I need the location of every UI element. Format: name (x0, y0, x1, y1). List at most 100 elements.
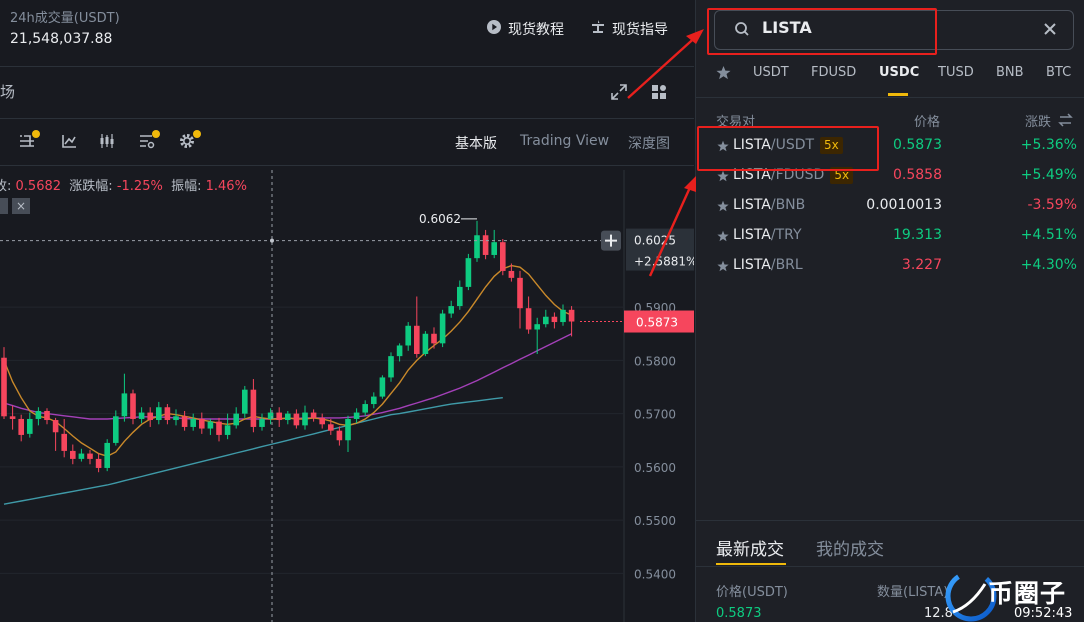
candle-body (474, 235, 480, 259)
candle (319, 413, 325, 429)
tab-usdt[interactable]: USDT (753, 65, 789, 80)
pair-change: +4.30% (1020, 257, 1077, 273)
clear-search-icon[interactable] (1042, 21, 1058, 37)
candle (61, 418, 67, 458)
candle-body (44, 410, 50, 421)
candle-body (543, 316, 549, 325)
candle-body (233, 413, 239, 426)
high-marker-label: 0.6062 (419, 212, 461, 226)
candle (388, 352, 394, 382)
candle-body (164, 407, 171, 421)
divider (696, 97, 1084, 98)
candle-body (224, 425, 231, 435)
pair-name: LISTA/TRY (733, 227, 802, 243)
candle (491, 229, 497, 259)
candle (276, 407, 282, 427)
candle-body (508, 270, 515, 278)
candle (568, 306, 575, 337)
candle-body (121, 393, 128, 417)
candle (35, 407, 42, 426)
crosshair-dot (270, 238, 274, 243)
candle (104, 439, 110, 472)
ma-long-line (3, 333, 572, 420)
candle-body (130, 393, 136, 419)
pair-change: -3.59% (1027, 197, 1077, 213)
active-tab-indicator (716, 563, 786, 565)
trade-price-header: 价格(USDT) (716, 585, 788, 600)
candle (87, 449, 93, 465)
tab-usdc[interactable]: USDC (879, 65, 919, 80)
pair-change: +4.51% (1020, 227, 1077, 243)
candle (482, 229, 489, 260)
candlestick-icon[interactable] (98, 132, 120, 154)
tab-my-trades[interactable]: 我的成交 (816, 535, 884, 560)
market-panel: LISTA USDT FDUSD USDC TUSD BNB BTC 交易对 价… (695, 0, 1084, 622)
candle-body (457, 286, 463, 307)
candle-body (371, 396, 377, 405)
candle (216, 417, 222, 442)
pair-row[interactable]: LISTA/TRY 19.313 +4.51% (696, 223, 1084, 253)
candle (500, 238, 506, 276)
volume-label: 24h成交量(USDT) (10, 11, 120, 26)
price-axis: 0.59000.58000.57000.56000.55000.5400 (634, 301, 676, 581)
candle (439, 309, 446, 348)
candle-body (396, 345, 403, 357)
tab-latest-trades[interactable]: 最新成交 (716, 535, 784, 560)
pair-base: LISTA (733, 257, 771, 273)
pair-change: +5.49% (1020, 167, 1077, 183)
candle (113, 410, 119, 446)
candle-body (431, 333, 437, 344)
pair-row[interactable]: LISTA/BNB 0.0010013 -3.59% (696, 193, 1084, 223)
play-circle-icon (486, 19, 502, 39)
notification-dot (32, 130, 40, 138)
candle (525, 296, 532, 334)
column-change[interactable]: 涨跌 (1025, 111, 1051, 130)
candle-body (95, 458, 102, 468)
candle (422, 331, 429, 357)
tab-bnb[interactable]: BNB (996, 65, 1024, 80)
pair-row[interactable]: LISTA/BRL 3.227 +4.30% (696, 253, 1084, 283)
candle-body (104, 442, 110, 468)
candle (405, 322, 411, 351)
candle-body (242, 389, 248, 414)
candle-body (35, 410, 42, 419)
price-tick: 0.5700 (634, 408, 676, 422)
pair-price: 0.5858 (893, 167, 942, 183)
pair-change: +5.36% (1020, 137, 1077, 153)
candle-body (405, 325, 411, 346)
candle-body (302, 412, 308, 426)
candle (396, 343, 403, 362)
candle (551, 312, 558, 329)
draw-line-icon[interactable] (60, 132, 82, 154)
pair-price: 19.313 (893, 227, 942, 243)
swap-arrows-icon[interactable] (1058, 112, 1073, 127)
candle (310, 409, 317, 422)
price-tick: 0.5400 (634, 567, 676, 581)
column-price[interactable]: 价格 (914, 111, 940, 130)
candle (345, 415, 351, 452)
candle (52, 417, 59, 451)
pair-quote: /BNB (770, 197, 806, 213)
chart-grid (0, 170, 625, 622)
spot-tutorial-link[interactable]: 现货教程 (486, 19, 564, 39)
candle (138, 407, 145, 424)
tab-basic-view[interactable]: 基本版 (455, 133, 497, 153)
candle-body (267, 412, 274, 419)
pair-name: LISTA/BNB (733, 197, 805, 213)
tab-btc[interactable]: BTC (1046, 65, 1071, 80)
candle-body (113, 416, 119, 443)
candle (414, 296, 420, 358)
candle-body (181, 416, 188, 427)
candle-body (328, 424, 334, 431)
candle (379, 375, 386, 399)
tab-fdusd[interactable]: FDUSD (811, 65, 856, 80)
candle-body (465, 258, 472, 287)
candle (156, 401, 162, 425)
tab-tusd[interactable]: TUSD (938, 65, 974, 80)
candle-body (70, 450, 76, 459)
pair-quote: /BRL (770, 257, 803, 273)
market-label: 场 (0, 83, 16, 101)
divider (696, 520, 1084, 521)
candle-body (517, 277, 523, 309)
candle (224, 413, 231, 440)
